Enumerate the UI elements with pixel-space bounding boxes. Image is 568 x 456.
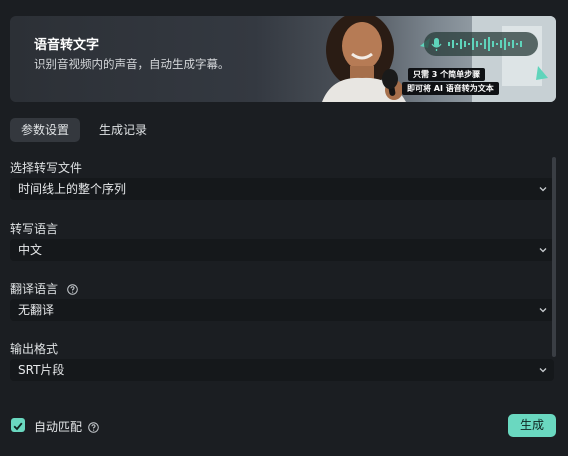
auto-match-row: 自动匹配 xyxy=(34,418,99,435)
scrollbar[interactable] xyxy=(552,157,556,357)
format-value: SRT片段 xyxy=(18,363,65,377)
promo-banner[interactable]: 语音转文字 识别音视频内的声音，自动生成字幕。 只需 3 个简单步骤 即可将 A… xyxy=(10,16,556,102)
tab-parameters[interactable]: 参数设置 xyxy=(10,118,80,142)
chevron-down-icon xyxy=(539,368,547,373)
translate-value: 无翻译 xyxy=(18,303,55,317)
checkmark-icon xyxy=(13,422,23,431)
banner-subtitle: 识别音视频内的声音，自动生成字幕。 xyxy=(34,57,230,71)
chevron-down-icon xyxy=(539,187,547,192)
language-select[interactable]: 中文 xyxy=(10,239,554,261)
chevron-down-icon xyxy=(539,308,547,313)
auto-match-label: 自动匹配 xyxy=(34,420,83,434)
translate-label: 翻译语言 xyxy=(10,282,59,296)
format-select[interactable]: SRT片段 xyxy=(10,359,554,381)
banner-badge-steps: 只需 3 个简单步骤 xyxy=(408,68,486,81)
format-label: 输出格式 xyxy=(10,342,59,356)
generate-button[interactable]: 生成 xyxy=(508,414,556,437)
language-label: 转写语言 xyxy=(10,222,59,236)
translate-select[interactable]: 无翻译 xyxy=(10,299,554,321)
translate-label-row: 翻译语言 xyxy=(10,280,78,297)
banner-title: 语音转文字 xyxy=(34,38,100,53)
banner-badge-convert: 即可将 AI 语音转为文本 xyxy=(402,82,499,95)
waveform-pill xyxy=(424,32,538,56)
tab-history[interactable]: 生成记录 xyxy=(99,118,147,142)
chevron-down-icon xyxy=(539,248,547,253)
language-value: 中文 xyxy=(18,243,43,257)
source-value: 时间线上的整个序列 xyxy=(18,182,127,196)
help-icon[interactable] xyxy=(67,284,78,295)
source-select[interactable]: 时间线上的整个序列 xyxy=(10,178,554,200)
help-icon[interactable] xyxy=(88,422,99,433)
auto-match-checkbox[interactable] xyxy=(11,418,25,432)
waveform-icon xyxy=(431,37,522,51)
source-label: 选择转写文件 xyxy=(10,161,83,175)
